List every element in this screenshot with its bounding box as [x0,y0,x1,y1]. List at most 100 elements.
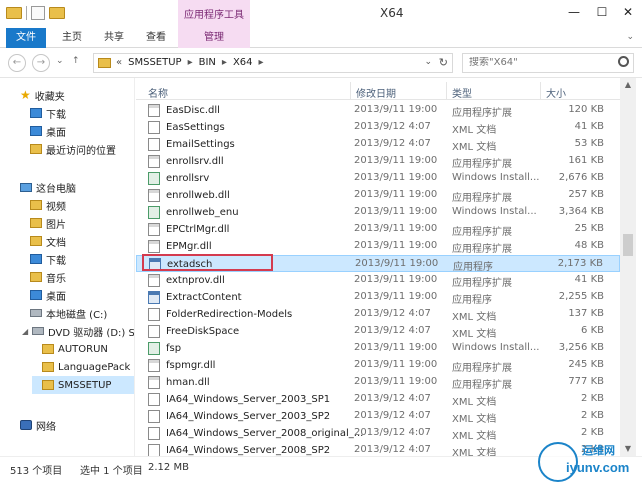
tab-view[interactable]: 查看 [138,28,174,48]
breadcrumb-x64[interactable]: X64 [233,57,253,68]
sidebar-item-network[interactable]: 网络 [20,416,134,434]
back-button[interactable]: ← [8,54,26,72]
address-dropdown-icon[interactable]: ⌄ [424,57,432,67]
tab-manage[interactable]: 管理 [178,28,250,48]
file-row[interactable]: EPMgr.dll 2013/9/11 19:00 应用程序扩展 48 KB [136,238,620,255]
vertical-scrollbar[interactable]: ▲ ▼ [620,78,636,456]
file-row[interactable]: EmailSettings 2013/9/12 4:07 XML 文档 53 KB [136,136,620,153]
forward-button[interactable]: → [32,54,50,72]
file-name-cell: IA64_Windows_Server_2008_original_... [148,427,363,440]
column-header-type[interactable]: 类型 [452,85,472,100]
expand-ribbon-icon[interactable]: ⌄ [626,32,634,42]
chevron-right-icon[interactable]: ▸ [222,57,227,68]
file-size: 3,256 KB [558,342,604,353]
file-row[interactable]: EasSettings 2013/9/12 4:07 XML 文档 41 KB [136,119,620,136]
maximize-button[interactable]: ☐ [588,2,616,22]
tab-share[interactable]: 共享 [96,28,132,48]
search-box[interactable] [462,53,634,73]
file-list: 名称 修改日期 类型 大小 EasDisc.dll 2013/9/11 19:00… [136,78,620,456]
file-name-cell: IA64_Windows_Server_2008_SP2 [148,444,330,456]
sidebar-item-this-pc[interactable]: 这台电脑 [20,178,134,196]
file-name-cell: hman.dll [148,376,210,389]
search-input[interactable] [469,57,609,68]
breadcrumb-overflow[interactable]: « [116,57,122,68]
file-row[interactable]: EasDisc.dll 2013/9/11 19:00 应用程序扩展 120 KB [136,102,620,119]
file-row[interactable]: FolderRedirection-Models 2013/9/12 4:07 XM… [136,306,620,323]
file-row[interactable]: enrollweb.dll 2013/9/11 19:00 应用程序扩展 257 KB [136,187,620,204]
file-date: 2013/9/12 4:07 [354,138,431,149]
sidebar-item-recent[interactable]: 最近访问的位置 [30,140,134,158]
breadcrumb-smssetup[interactable]: SMSSETUP [128,57,181,68]
file-row[interactable]: enrollsrv.dll 2013/9/11 19:00 应用程序扩展 161 KB [136,153,620,170]
sidebar-item-desktop-pc[interactable]: 桌面 [30,286,134,304]
refresh-icon[interactable]: ↻ [439,56,448,69]
file-row[interactable]: EPCtrlMgr.dll 2013/9/11 19:00 应用程序扩展 25 KB [136,221,620,238]
file-name-cell: EasDisc.dll [148,104,220,117]
chevron-down-icon[interactable]: ◢ [22,327,30,336]
new-folder-icon[interactable] [49,7,65,19]
address-bar[interactable]: « SMSSETUP ▸ BIN ▸ X64 ▸ ⌄ ↻ [93,53,453,73]
file-date: 2013/9/12 4:07 [354,444,431,455]
chevron-right-icon[interactable]: ▸ [259,57,264,68]
search-icon[interactable] [618,56,629,67]
tab-home[interactable]: 主页 [54,28,90,48]
sidebar-item-languagepack[interactable]: LanguagePack [42,358,134,376]
file-name: enrollweb_enu [166,207,239,218]
file-row[interactable]: IA64_Windows_Server_2003_SP1 2013/9/12 4:… [136,391,620,408]
file-type: XML 文档 [452,448,497,456]
recent-places-icon [30,144,42,154]
column-header-size[interactable]: 大小 [546,85,566,100]
file-row[interactable]: ExtractContent 2013/9/11 19:00 应用程序 2,255 K… [136,289,620,306]
sidebar-item-downloads-pc[interactable]: 下载 [30,250,134,268]
column-divider[interactable] [446,82,447,99]
sidebar-item-local-disk[interactable]: 本地磁盘 (C:) [30,304,134,322]
tab-file[interactable]: 文件 [6,28,46,48]
file-row[interactable]: fsp 2013/9/11 19:00 Windows Install... 3,25… [136,340,620,357]
sidebar-item-autorun[interactable]: AUTORUN [42,340,134,358]
file-row[interactable]: fspmgr.dll 2013/9/11 19:00 应用程序扩展 245 KB [136,357,620,374]
title-bar: 应用程序工具 X64 — ☐ ✕ [0,0,642,28]
file-name-cell: FolderRedirection-Models [148,308,292,321]
file-date: 2013/9/11 19:00 [354,342,438,353]
sidebar-item-desktop[interactable]: 桌面 [30,122,134,140]
column-header-date[interactable]: 修改日期 [356,85,396,100]
file-name-cell: extnprov.dll [148,274,225,287]
file-size: 2 KB [581,410,604,421]
file-row[interactable]: enrollsrv 2013/9/11 19:00 Windows Install.… [136,170,620,187]
file-row[interactable]: enrollweb_enu 2013/9/11 19:00 Windows Inst… [136,204,620,221]
up-button[interactable]: ↑ [72,56,80,66]
sidebar-item-music[interactable]: 音乐 [30,268,134,286]
file-row[interactable]: FreeDiskSpace 2013/9/12 4:07 XML 文档 6 KB [136,323,620,340]
file-row[interactable]: hman.dll 2013/9/11 19:00 应用程序扩展 777 KB [136,374,620,391]
scrollbar-thumb[interactable] [623,234,633,256]
file-row[interactable]: extnprov.dll 2013/9/11 19:00 应用程序扩展 41 KB [136,272,620,289]
sidebar-item-documents[interactable]: 文档 [30,232,134,250]
file-date: 2013/9/12 4:07 [354,393,431,404]
scroll-up-icon[interactable]: ▲ [620,78,636,92]
xml-file-icon [148,121,160,134]
context-tab-application-tools[interactable]: 应用程序工具 [178,0,250,28]
column-header-name[interactable]: 名称 [148,85,168,100]
sidebar-item-favorites[interactable]: ★ 收藏夹 [20,86,134,104]
file-date: 2013/9/12 4:07 [354,427,431,438]
breadcrumb-bin[interactable]: BIN [199,57,216,68]
sidebar-item-smssetup[interactable]: SMSSETUP [32,376,134,394]
column-divider[interactable] [540,82,541,99]
file-type: 应用程序扩展 [452,380,512,391]
file-date: 2013/9/11 19:00 [355,258,439,269]
close-button[interactable]: ✕ [614,2,642,22]
file-size: 257 KB [568,189,604,200]
minimize-button[interactable]: — [560,2,588,22]
recent-locations-icon[interactable]: ⌄ [56,56,64,66]
sidebar-item-dvd-drive[interactable]: ◢ DVD 驱动器 (D:) SC [22,322,134,340]
dll-file-icon [148,376,160,389]
properties-icon[interactable] [31,6,45,20]
sidebar-item-videos[interactable]: 视频 [30,196,134,214]
sidebar-item-pictures[interactable]: 图片 [30,214,134,232]
sidebar-item-downloads[interactable]: 下载 [30,104,134,122]
file-name: IA64_Windows_Server_2003_SP2 [166,411,331,422]
column-divider[interactable] [350,82,351,99]
chevron-right-icon[interactable]: ▸ [188,57,193,68]
download-folder-icon [30,254,42,264]
file-row[interactable]: IA64_Windows_Server_2003_SP2 2013/9/12 4:… [136,408,620,425]
